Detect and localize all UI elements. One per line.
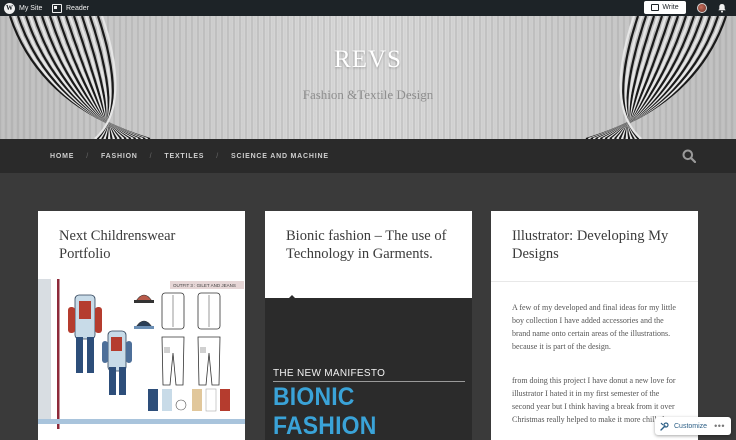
image-subtitle: THE NEW MANIFESTO	[273, 368, 386, 379]
wrench-icon	[660, 421, 669, 431]
post-card[interactable]: Next Childrenswear Portfolio OUTFIT 3: …	[38, 211, 245, 440]
post-excerpt-paragraph: A few of my developed and final ideas fo…	[512, 303, 676, 351]
reader-label: Reader	[66, 4, 89, 12]
notifications-bell-icon[interactable]	[717, 3, 727, 13]
post-title[interactable]: Illustrator: Developing My Designs	[512, 227, 682, 263]
admin-bar: W My Site Reader Write	[0, 0, 736, 16]
site-header: REVS Fashion &Textile Design	[0, 16, 736, 139]
title-divider	[491, 281, 698, 282]
nav-item-science-and-machine[interactable]: SCIENCE AND MACHINE	[231, 153, 329, 160]
childrenswear-illustration: OUTFIT 3 : GILET AND JEANS	[38, 279, 245, 429]
write-button[interactable]: Write	[644, 1, 686, 14]
write-icon	[651, 4, 660, 11]
write-label: Write	[662, 4, 679, 11]
post-card[interactable]: Illustrator: Developing My Designs A few…	[491, 211, 698, 440]
illustration-label: OUTFIT 3 : GILET AND JEANS	[173, 283, 236, 288]
nav-item-home[interactable]: HOME	[50, 153, 74, 160]
customize-label: Customize	[674, 422, 708, 430]
site-title[interactable]: REVS	[0, 46, 736, 74]
image-divider	[273, 381, 465, 382]
wordpress-icon: W	[4, 2, 15, 14]
nav-separator: /	[149, 152, 153, 160]
nav-separator: /	[86, 152, 89, 160]
header-pattern-image	[0, 16, 736, 139]
search-icon[interactable]	[682, 149, 696, 163]
main-navigation: HOME / FASHION / TEXTILES / SCIENCE AND …	[0, 139, 736, 173]
post-title[interactable]: Next Childrenswear Portfolio	[59, 227, 229, 263]
nav-item-textiles[interactable]: TEXTILES	[164, 153, 204, 160]
my-site-label: My Site	[19, 4, 43, 12]
post-title[interactable]: Bionic fashion – The use of Technology i…	[286, 227, 456, 263]
post-featured-image[interactable]: THE NEW MANIFESTO BIONIC FASHION	[265, 298, 472, 440]
reader-link[interactable]: Reader	[52, 0, 89, 16]
post-featured-image[interactable]: OUTFIT 3 : GILET AND JEANS	[38, 279, 245, 439]
my-site-link[interactable]: W My Site	[4, 0, 42, 16]
nav-separator: /	[216, 152, 220, 160]
post-card[interactable]: Bionic fashion – The use of Technology i…	[265, 211, 472, 440]
nav-item-fashion[interactable]: FASHION	[101, 153, 138, 160]
avatar[interactable]	[697, 3, 707, 13]
image-title: BIONIC FASHION	[273, 383, 377, 440]
site-description: Fashion &Textile Design	[302, 87, 434, 102]
customize-button[interactable]: Customize •••	[655, 417, 731, 435]
more-options-icon[interactable]: •••	[714, 421, 725, 431]
reader-icon	[52, 3, 62, 13]
